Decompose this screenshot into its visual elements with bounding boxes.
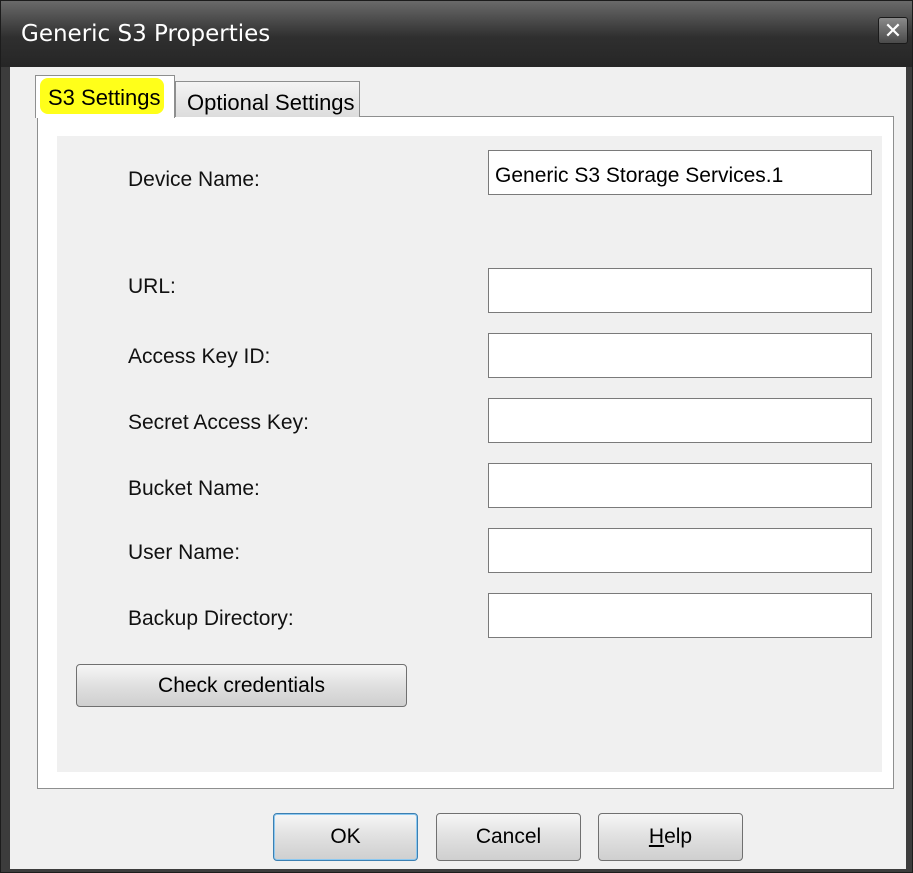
backup-directory-label: Backup Directory:	[128, 607, 294, 630]
settings-group: Device Name: URL: Access Key ID: Secret …	[57, 136, 882, 772]
url-input[interactable]	[488, 268, 872, 313]
dialog-client-area: S3 Settings Optional Settings Device Nam…	[10, 67, 906, 869]
access-key-id-label: Access Key ID:	[128, 345, 271, 368]
title-bar[interactable]: Generic S3 Properties ✕	[1, 1, 912, 67]
secret-access-key-input[interactable]	[488, 398, 872, 443]
tab-s3-settings[interactable]: S3 Settings	[35, 75, 175, 118]
cancel-button[interactable]: Cancel	[436, 813, 581, 861]
backup-directory-input[interactable]	[488, 593, 872, 638]
close-button[interactable]: ✕	[878, 17, 908, 44]
bucket-name-input[interactable]	[488, 463, 872, 508]
properties-dialog: Generic S3 Properties ✕ S3 Settings Opti…	[0, 0, 913, 873]
url-label: URL:	[128, 275, 176, 298]
secret-access-key-label: Secret Access Key:	[128, 411, 309, 434]
bucket-name-label: Bucket Name:	[128, 477, 260, 500]
device-name-label: Device Name:	[128, 168, 260, 191]
access-key-id-input[interactable]	[488, 333, 872, 378]
tab-label: Optional Settings	[187, 90, 355, 115]
window-title: Generic S3 Properties	[21, 21, 271, 47]
help-button[interactable]: Help	[598, 813, 743, 861]
help-mnemonic: H	[648, 825, 665, 848]
device-name-input[interactable]	[488, 150, 872, 195]
user-name-label: User Name:	[128, 541, 241, 564]
ok-button[interactable]: OK	[273, 813, 418, 861]
check-credentials-button[interactable]: Check credentials	[76, 664, 407, 707]
user-name-input[interactable]	[488, 528, 872, 573]
help-label-rest: elp	[664, 825, 693, 848]
tab-optional-settings[interactable]: Optional Settings	[175, 81, 360, 117]
tab-label: S3 Settings	[48, 85, 161, 110]
close-icon: ✕	[883, 18, 903, 43]
tab-panel-s3-settings: Device Name: URL: Access Key ID: Secret …	[37, 116, 894, 789]
